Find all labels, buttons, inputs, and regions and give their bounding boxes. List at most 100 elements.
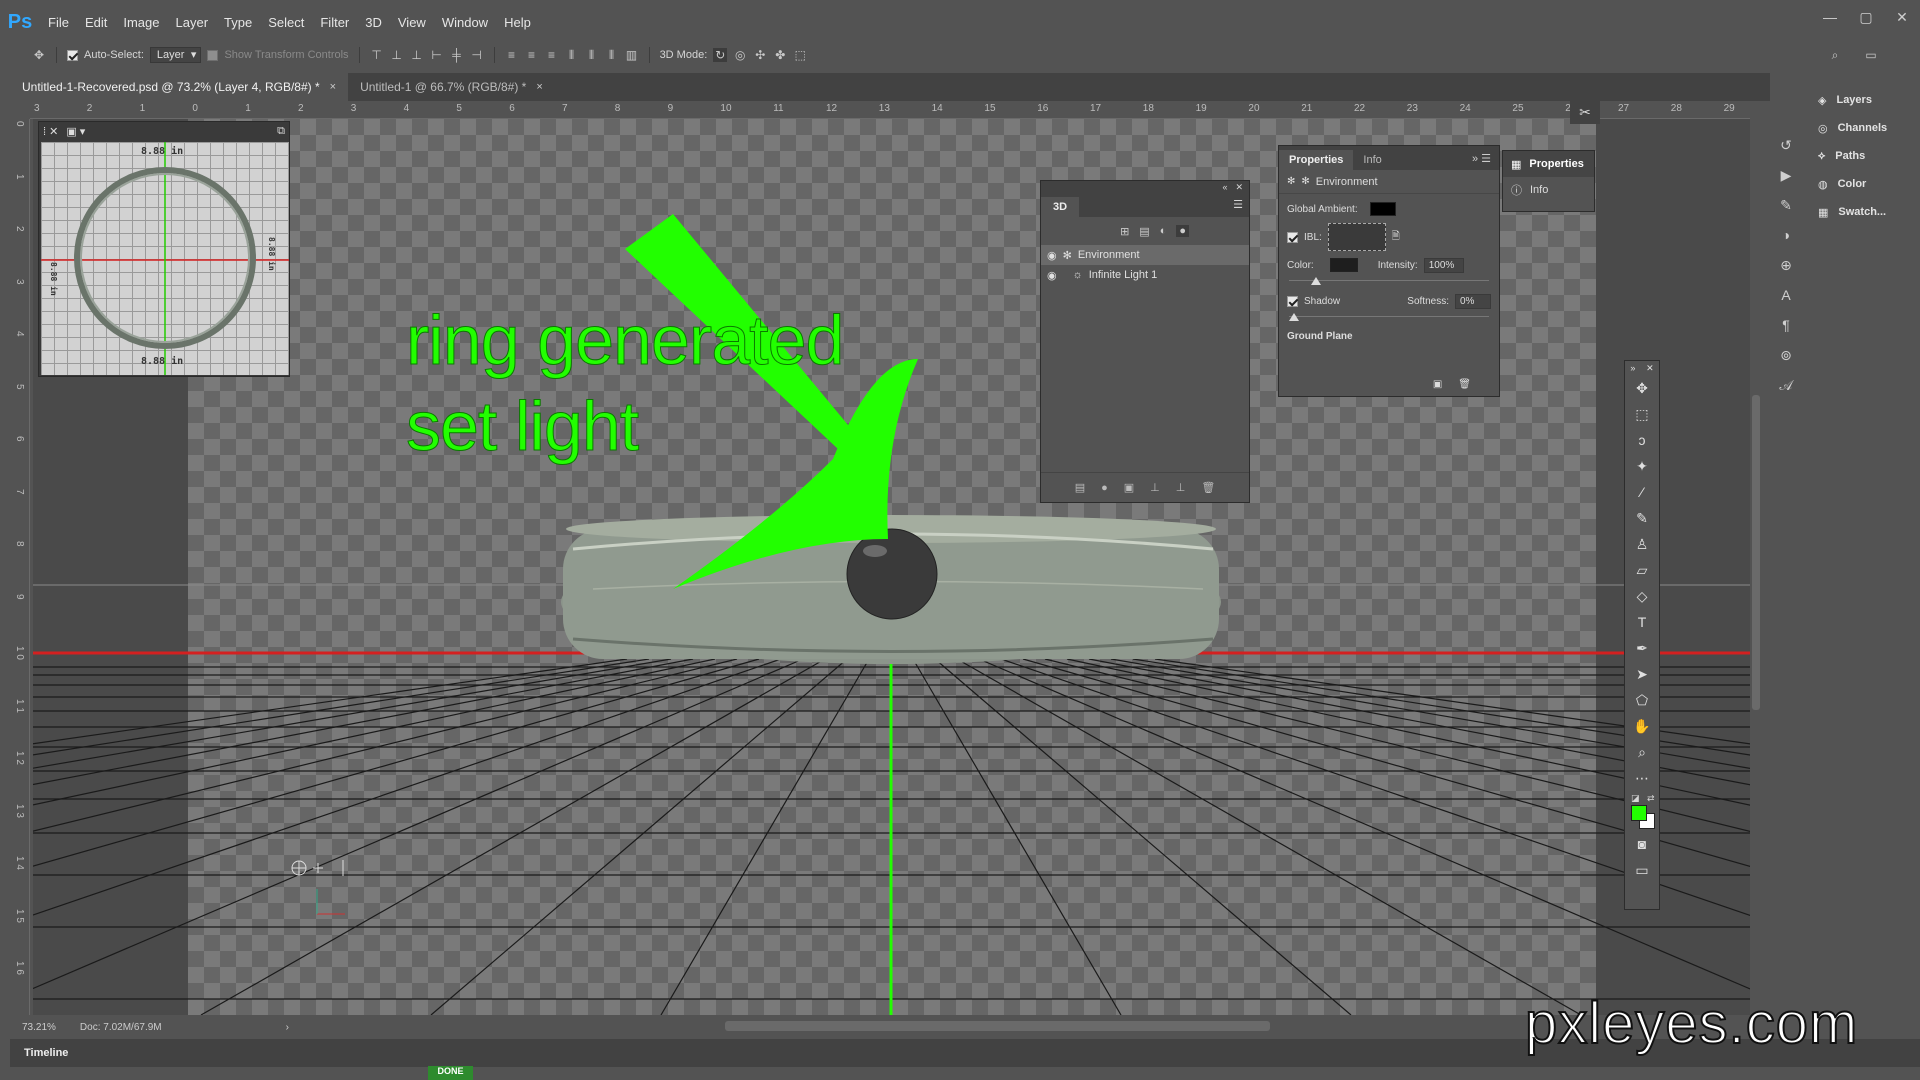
more-tools-icon[interactable]: ⋯ [1625,765,1659,791]
softness-input[interactable]: 0% [1455,293,1491,309]
dock-layers[interactable]: ◈ Layers [1810,86,1920,114]
foreground-color-swatch[interactable] [1631,805,1647,821]
preview-menu-icon[interactable]: ⁞ ✕ [43,125,58,138]
align-right-icon[interactable]: ⊣ [470,48,484,62]
tab-untitled-1[interactable]: Untitled-1 @ 66.7% (RGB/8#) * × [348,73,555,101]
workspace-icon[interactable]: ▭ [1864,48,1878,62]
delete-icon[interactable]: 🗑 [1458,379,1471,390]
fill-tool-icon[interactable]: ◇ [1625,583,1659,609]
meshes-icon[interactable]: ▤ [1139,225,1149,238]
preview-save-icon[interactable]: ▣ ▾ [66,125,85,138]
close-icon[interactable]: ✕ [1646,363,1654,374]
dock-paths[interactable]: ⟡ Paths [1810,142,1920,170]
menu-window[interactable]: Window [434,15,496,30]
align-top-icon[interactable]: ⊤ [370,48,384,62]
menu-select[interactable]: Select [260,15,312,30]
menu-3d[interactable]: 3D [357,15,390,30]
paragraph-icon[interactable]: ¶ [1770,310,1802,340]
status-arrow-icon[interactable]: › [286,1022,289,1033]
dock-swatches[interactable]: ▦ Swatch... [1810,198,1920,226]
menu-image[interactable]: Image [115,15,167,30]
align-bottom-icon[interactable]: ⊥ [410,48,424,62]
3d-rotate-icon[interactable]: ↻ [713,48,728,62]
tab-3d[interactable]: 3D [1041,197,1080,217]
tab-untitled-1-recovered[interactable]: Untitled-1-Recovered.psd @ 73.2% (Layer … [10,73,349,101]
menu-file[interactable]: File [40,15,77,30]
glyphs-icon[interactable]: ⊚ [1770,340,1802,370]
3d-scale-icon[interactable]: ⬚ [793,48,807,62]
whole-scene-icon[interactable]: ⊞ [1120,225,1129,238]
minimize-button[interactable]: — [1812,0,1848,36]
tab-info[interactable]: Info [1353,150,1391,170]
drop-icon[interactable]: ⊥ [1176,481,1186,494]
menu-layer[interactable]: Layer [168,15,217,30]
tab-properties[interactable]: Properties [1279,150,1354,170]
screen-mode-icon[interactable]: ▭ [1625,857,1659,883]
adjustments-icon[interactable]: ◑ [1770,220,1802,250]
move-tool-icon[interactable]: ✥ [1625,375,1659,401]
brush-presets-icon[interactable]: ✎ [1770,190,1802,220]
close-button[interactable]: ✕ [1884,0,1920,36]
ground-plane-label[interactable]: Ground Plane [1279,326,1499,346]
eraser-tool-icon[interactable]: ▱ [1625,557,1659,583]
visibility-eye-icon[interactable]: ◉ [1047,269,1057,282]
dock-color[interactable]: ◍ Color [1810,170,1920,198]
restore-button[interactable]: ▢ [1848,0,1884,36]
magic-wand-tool-icon[interactable]: ✦ [1625,453,1659,479]
horizontal-scrollbar[interactable] [725,1021,1270,1031]
zoom-tool-icon[interactable]: ⌕ [1625,739,1659,765]
vertical-scrollbar[interactable] [1752,395,1760,710]
ibl-checkbox[interactable] [1287,231,1298,243]
3d-roll-icon[interactable]: ◎ [733,48,747,62]
search-icon[interactable]: ⌕ [1828,48,1842,62]
3d-item-infinite-light[interactable]: ◉ ☼ Infinite Light 1 [1041,265,1249,285]
collapse-icon[interactable]: » [1630,363,1635,373]
visibility-eye-icon[interactable]: ◉ [1047,249,1057,262]
intensity-input[interactable]: 100% [1423,257,1464,273]
align-vcenter-icon[interactable]: ⊥ [390,48,404,62]
menu-view[interactable]: View [390,15,434,30]
clone-source-icon[interactable]: ⊕ [1770,250,1802,280]
auto-align-icon[interactable]: ▥ [625,48,639,62]
lights-icon[interactable]: ● [1176,225,1189,237]
slider-knob[interactable] [1311,277,1321,285]
distribute-hcenter-icon[interactable]: ⫴ [585,48,599,62]
panel-menu-icon[interactable]: » ☰ [1472,152,1491,165]
history-icon[interactable]: ↺ [1770,130,1802,160]
marquee-tool-icon[interactable]: ⬚ [1625,401,1659,427]
tab-close-icon[interactable]: × [330,81,336,93]
add-light-icon[interactable]: ● [1101,482,1108,494]
auto-select-dropdown[interactable]: Layer [149,47,202,63]
dock-channels[interactable]: ◎ Channels [1810,114,1920,142]
character-icon[interactable]: A [1770,280,1802,310]
auto-select-checkbox[interactable] [67,49,78,61]
render-icon[interactable]: ▣ [1124,481,1134,494]
menu-type[interactable]: Type [216,15,260,30]
tab-close-icon[interactable]: × [536,81,542,93]
close-icon[interactable]: ✕ [1235,181,1243,193]
move-tool-icon[interactable]: ✥ [32,48,46,62]
stamp-tool-icon[interactable]: ♙ [1625,531,1659,557]
brush-tool-icon[interactable]: ✎ [1625,505,1659,531]
menu-edit[interactable]: Edit [77,15,115,30]
quick-mask-icon[interactable]: ◙ [1625,831,1659,857]
eyedropper-tool-icon[interactable]: ⁄ [1625,479,1659,505]
ibl-texture-thumbnail[interactable] [1327,223,1386,251]
dock-properties[interactable]: ▦ Properties [1503,151,1594,177]
distribute-left-icon[interactable]: ⫴ [565,48,579,62]
panel-menu-icon[interactable]: ☰ [1233,198,1243,211]
distribute-top-icon[interactable]: ≡ [505,48,519,62]
materials-icon[interactable]: ◐ [1160,225,1167,237]
intensity-slider[interactable] [1289,276,1489,286]
menu-filter[interactable]: Filter [312,15,357,30]
styles-icon[interactable]: 𝒜 [1770,370,1802,400]
shadow-checkbox[interactable] [1287,295,1298,307]
align-left-icon[interactable]: ⊢ [430,48,444,62]
path-select-tool-icon[interactable]: ➤ [1625,661,1659,687]
preview-expand-icon[interactable]: ⧉ [277,125,285,138]
shape-tool-icon[interactable]: ⬠ [1625,687,1659,713]
3d-slide-icon[interactable]: ✤ [773,48,787,62]
pen-tool-icon[interactable]: ✒ [1625,635,1659,661]
zoom-level[interactable]: 73.21% [22,1022,56,1033]
mesh-icon[interactable]: ▤ [1075,481,1085,494]
